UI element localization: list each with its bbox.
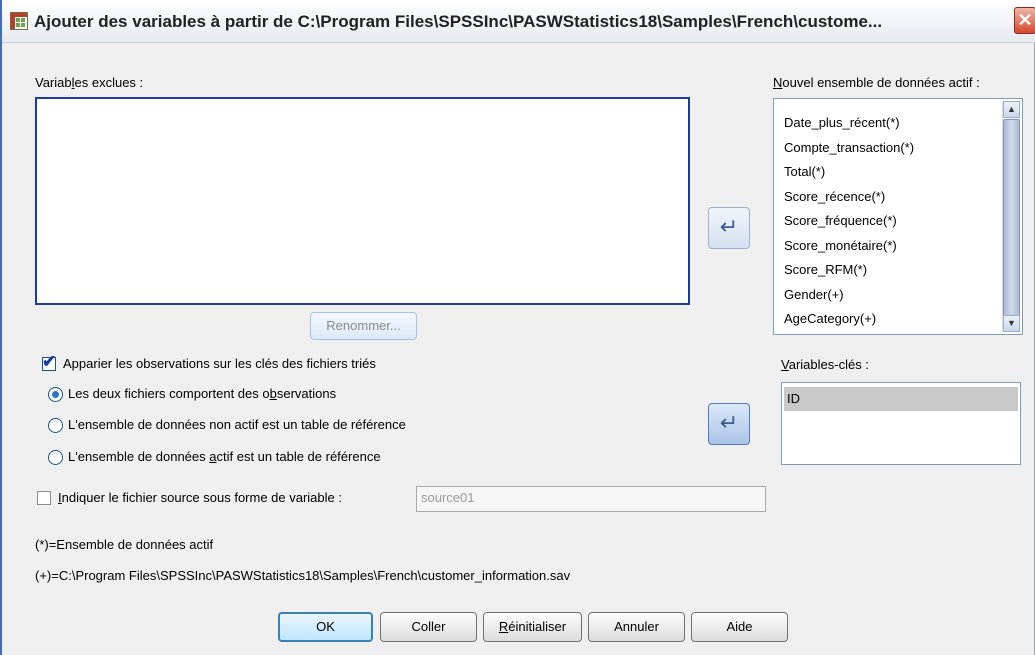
match-checkbox[interactable]: ✔ — [42, 352, 56, 371]
new-active-items: Date_plus_récent(*) Compte_transaction(*… — [778, 111, 998, 332]
arrow-left-icon: ↵ — [719, 214, 739, 239]
checkmark-icon: ✔ — [42, 352, 57, 371]
key-variables-label: Variables-clés : — [781, 357, 869, 372]
vertical-scrollbar[interactable]: ▲ ▼ — [1002, 101, 1020, 332]
window-title: Ajouter des variables à partir de C:\Pro… — [34, 12, 883, 31]
title-bar: Ajouter des variables à partir de C:\Pro… — [2, 0, 1035, 43]
list-item[interactable]: Date_plus_récent(*) — [778, 111, 998, 136]
list-item[interactable]: Score_monétaire(*) — [778, 234, 998, 259]
scroll-down-button[interactable]: ▼ — [1003, 315, 1020, 332]
paste-button[interactable]: Coller — [380, 612, 477, 642]
list-item[interactable]: Score_RFM(*) — [778, 258, 998, 283]
rename-button[interactable]: Renommer... — [310, 312, 417, 340]
close-button[interactable]: ✕ — [1014, 7, 1035, 34]
inactive-dataset-legend: (+)=C:\Program Files\SPSSInc\PASWStatist… — [35, 568, 571, 583]
scroll-thumb[interactable] — [1003, 119, 1020, 325]
arrow-left-icon: ↵ — [719, 410, 739, 435]
list-item[interactable]: Score_récence(*) — [778, 185, 998, 210]
source-variable-checkbox[interactable] — [37, 491, 51, 505]
help-button[interactable]: Aide — [691, 612, 788, 642]
source-variable-field[interactable]: source01 — [416, 486, 766, 512]
radio-inactive-reference-label: L'ensemble de données non actif est un t… — [68, 417, 406, 432]
radio-both-files-label: Les deux fichiers comportent des observa… — [68, 386, 337, 401]
ok-button[interactable]: OK — [278, 612, 373, 642]
add-variables-dialog: Ajouter des variables à partir de C:\Pro… — [0, 0, 1035, 655]
scroll-up-button[interactable]: ▲ — [1003, 101, 1020, 118]
arrow-up-icon: ▲ — [1007, 104, 1016, 114]
radio-inactive-reference[interactable] — [48, 418, 63, 433]
spss-data-icon — [10, 12, 28, 30]
radio-selected-dot — [52, 391, 59, 398]
radio-both-files[interactable] — [48, 387, 63, 402]
new-active-dataset-list[interactable]: Date_plus_récent(*) Compte_transaction(*… — [773, 98, 1023, 335]
list-item[interactable]: ID — [784, 387, 1018, 411]
list-item[interactable]: Score_fréquence(*) — [778, 209, 998, 234]
reset-button[interactable]: Réinitialiser — [483, 612, 582, 642]
source-variable-label: Indiquer le fichier source sous forme de… — [58, 490, 342, 505]
list-item[interactable]: Gender(+) — [778, 283, 998, 308]
move-to-excluded-button[interactable]: ↵ — [708, 207, 750, 249]
excluded-variables-list[interactable] — [35, 97, 690, 305]
radio-active-reference[interactable] — [48, 450, 63, 465]
arrow-down-icon: ▼ — [1007, 318, 1016, 328]
excluded-variables-label: Variables exclues : — [35, 75, 144, 90]
list-item[interactable]: AgeCategory(+) — [778, 307, 998, 332]
active-dataset-legend: (*)=Ensemble de données actif — [35, 537, 214, 552]
list-item[interactable]: Total(*) — [778, 160, 998, 185]
list-item[interactable]: Compte_transaction(*) — [778, 136, 998, 161]
move-to-keys-button[interactable]: ↵ — [708, 403, 750, 445]
radio-active-reference-label: L'ensemble de données actif est un table… — [68, 449, 381, 464]
key-variables-list[interactable]: ID — [781, 382, 1021, 465]
cancel-button[interactable]: Annuler — [588, 612, 685, 642]
new-active-dataset-label: Nouvel ensemble de données actif : — [773, 75, 980, 90]
match-checkbox-label: Apparier les observations sur les clés d… — [63, 356, 376, 371]
